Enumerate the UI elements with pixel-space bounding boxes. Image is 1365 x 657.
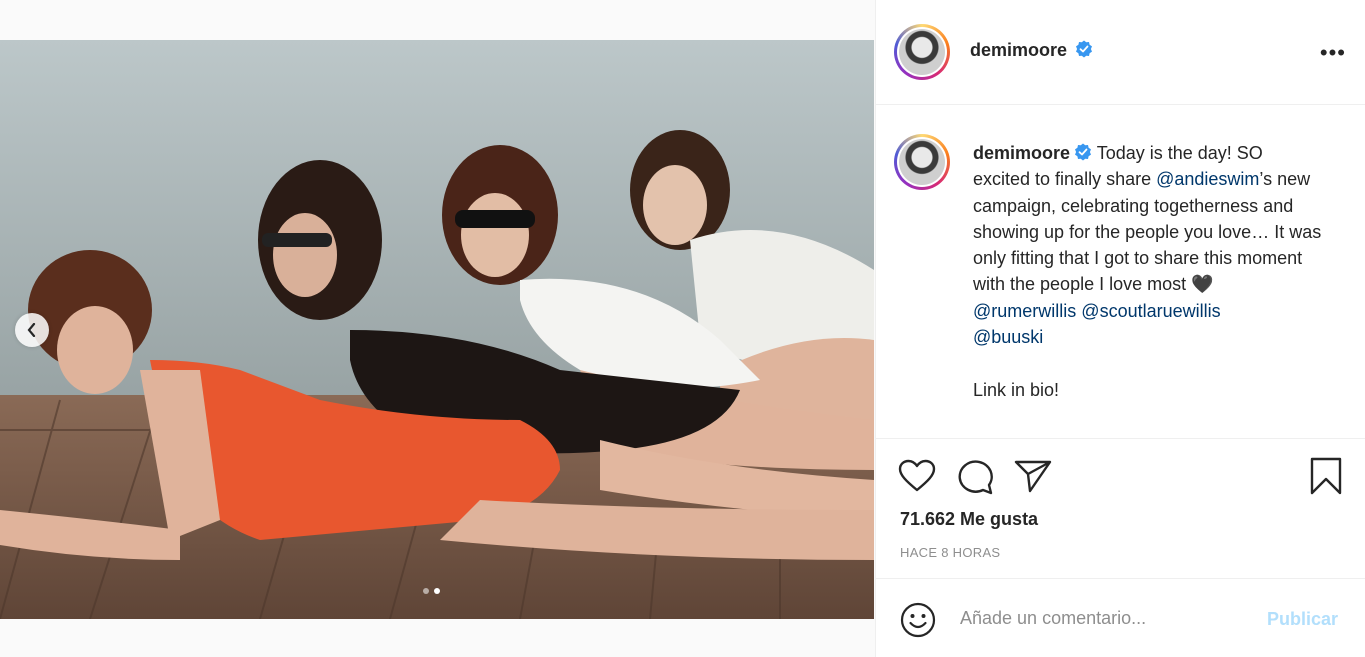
post-header: demimoore •••: [876, 0, 1365, 105]
chevron-left-icon: [27, 323, 36, 337]
caption-avatar[interactable]: [894, 134, 950, 190]
bookmark-icon: [1310, 457, 1342, 495]
header-username[interactable]: demimoore: [970, 40, 1067, 60]
mention-link[interactable]: @scoutlaruewillis: [1081, 301, 1220, 321]
instagram-post-page: demimoore ••• demimoore Today is the day…: [0, 0, 1365, 657]
share-button[interactable]: [1014, 459, 1052, 498]
carousel-indicator: [423, 588, 440, 594]
post-media: [0, 40, 874, 619]
post-timestamp[interactable]: HACE 8 HORAS: [900, 545, 1000, 560]
caption-footer: Link in bio!: [973, 379, 1060, 400]
verified-badge-icon: [1076, 40, 1093, 58]
comment-icon: [958, 460, 993, 495]
avatar-image: [899, 139, 945, 185]
mention-link[interactable]: @buuski: [973, 327, 1043, 347]
comment-input[interactable]: [958, 607, 1262, 630]
likes-count[interactable]: 71.662 Me gusta: [900, 509, 1038, 530]
caption-username[interactable]: demimoore: [973, 143, 1070, 163]
avatar-image: [899, 29, 945, 75]
like-button[interactable]: [898, 459, 936, 498]
comment-bar: Publicar: [876, 578, 1365, 657]
more-options-icon[interactable]: •••: [1320, 40, 1346, 66]
share-icon: [1014, 460, 1052, 493]
mention-link[interactable]: @andieswim: [1156, 169, 1259, 189]
publish-button[interactable]: Publicar: [1267, 609, 1338, 630]
mention-link[interactable]: @rumerwillis: [973, 301, 1076, 321]
verified-badge-icon: [1075, 143, 1092, 161]
comment-button[interactable]: [956, 459, 994, 500]
avatar[interactable]: [894, 24, 950, 80]
save-button[interactable]: [1310, 457, 1342, 500]
carousel-dot: [423, 588, 429, 594]
heart-icon: [898, 459, 936, 492]
carousel-prev-button[interactable]: [15, 313, 49, 347]
post-caption: demimoore Today is the day! SO excited t…: [973, 140, 1323, 403]
post-photo: [0, 40, 874, 619]
post-actions: 71.662 Me gusta HACE 8 HORAS: [876, 438, 1365, 579]
emoji-button[interactable]: [900, 602, 936, 643]
emoji-icon: [900, 602, 936, 638]
carousel-dot-active: [434, 588, 440, 594]
post-sidebar: demimoore ••• demimoore Today is the day…: [875, 0, 1365, 657]
